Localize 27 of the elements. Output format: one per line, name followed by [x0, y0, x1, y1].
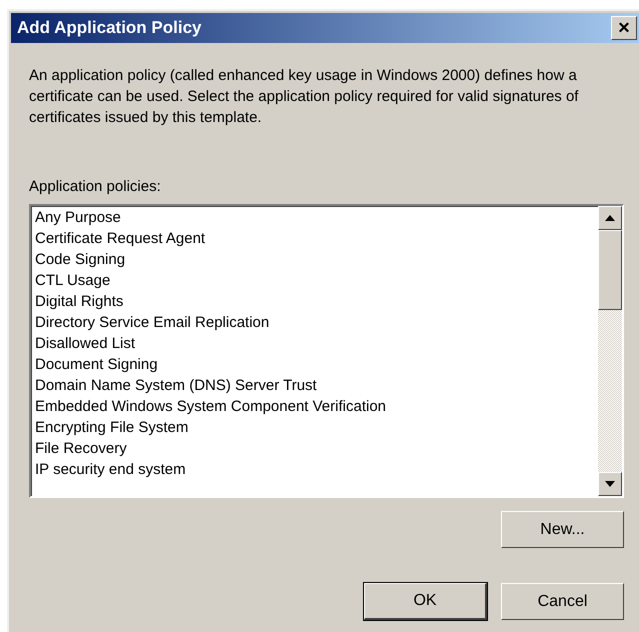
description-text: An application policy (called enhanced key usage in Windows 2000) defines how a certificate can be used. Select the application policy required for valid signatures of certificates issued by this template. — [29, 66, 580, 128]
policy-item[interactable]: Domain Name System (DNS) Server Trust — [35, 375, 594, 396]
policy-item[interactable]: Document Signing — [35, 354, 594, 375]
policy-item[interactable]: Code Signing — [35, 249, 594, 270]
list-label: Application policies: — [29, 178, 162, 195]
scroll-down-button[interactable] — [598, 472, 622, 496]
policy-item[interactable]: Certificate Request Agent — [35, 228, 594, 249]
policy-item[interactable]: Directory Service Email Replication — [35, 312, 594, 333]
window-title: Add Application Policy — [17, 18, 202, 38]
policy-item[interactable]: Encrypting File System — [35, 417, 594, 438]
close-button[interactable]: × — [611, 16, 637, 40]
up-arrow-icon — [605, 215, 615, 221]
scrollbar[interactable] — [598, 206, 622, 496]
down-arrow-icon — [605, 481, 615, 487]
policy-list[interactable] — [29, 204, 624, 498]
policy-item[interactable]: CTL Usage — [35, 270, 594, 291]
policy-item[interactable]: Embedded Windows System Component Verification — [35, 396, 594, 417]
new-button[interactable]: New... — [501, 511, 624, 548]
policy-item[interactable]: Disallowed List — [35, 333, 594, 354]
policy-item[interactable]: Any Purpose — [35, 207, 594, 228]
policy-item[interactable]: IP security end system — [35, 459, 594, 480]
policy-item[interactable]: File Recovery — [35, 438, 594, 459]
ok-button[interactable]: OK — [364, 583, 487, 620]
scroll-up-button[interactable] — [598, 206, 622, 230]
policy-item[interactable]: Digital Rights — [35, 291, 594, 312]
scroll-thumb[interactable] — [598, 230, 622, 310]
cancel-button[interactable]: Cancel — [501, 583, 624, 620]
